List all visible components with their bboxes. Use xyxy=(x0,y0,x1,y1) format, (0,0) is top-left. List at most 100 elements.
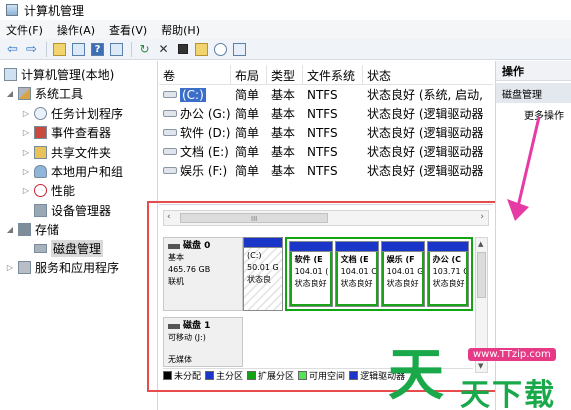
computer-icon xyxy=(4,68,17,81)
tree-item-label: 磁盘管理 xyxy=(51,240,104,257)
show-tree-icon[interactable] xyxy=(70,41,87,58)
tree-item-device-manager[interactable]: 设备管理器 xyxy=(34,201,111,220)
menu-file[interactable]: 文件(F) xyxy=(6,22,43,38)
column-filesystem[interactable]: 文件系统 xyxy=(303,65,363,85)
volume-layout: 简单 xyxy=(235,164,260,178)
volume-row[interactable]: 软件 (D:) 简单 基本 NTFS 状态良好 (逻辑驱动器 xyxy=(159,123,493,142)
horizontal-scrollbar[interactable]: ‹ III › xyxy=(163,210,489,226)
partition-name: 办公 (C xyxy=(432,255,461,264)
tree-item-disk-management[interactable]: 磁盘管理 xyxy=(34,239,104,258)
volume-name: 娱乐 (F:) xyxy=(180,164,228,178)
drive-icon xyxy=(163,148,177,155)
tree-item-shared-folders[interactable]: ▷ 共享文件夹 xyxy=(22,143,111,162)
legend-label-primary: 主分区 xyxy=(216,372,244,382)
vertical-scroll-thumb[interactable] xyxy=(477,252,486,298)
menu-bar: 文件(F) 操作(A) 查看(V) 帮助(H) xyxy=(0,20,571,39)
tree-root[interactable]: 计算机管理(本地) xyxy=(4,65,114,84)
volume-row[interactable]: 文档 (E:) 简单 基本 NTFS 状态良好 (逻辑驱动器 xyxy=(159,142,493,161)
legend-label-unallocated: 未分配 xyxy=(174,372,202,382)
tree-item-label: 存储 xyxy=(35,223,60,237)
partition-size: 50.01 G xyxy=(247,263,279,272)
tree-item-storage[interactable]: ◢ 存储 xyxy=(6,220,59,239)
tree-item-services-apps[interactable]: ▷ 服务和应用程序 xyxy=(6,258,119,277)
logical-drive-bar xyxy=(335,242,378,252)
volume-row[interactable]: (C:) 简单 基本 NTFS 状态良好 (系统, 启动, xyxy=(159,85,493,104)
extended-partition[interactable]: 软件 (E 104.01 ( 状态良好 文档 (E 104.01 C 状态良好 … xyxy=(284,237,473,311)
logical-drive-bar xyxy=(381,242,424,252)
volume-name-cell: 娱乐 (F:) xyxy=(159,161,231,180)
partition-c[interactable]: (C:) 50.01 G 状态良 xyxy=(243,237,283,311)
partition-software[interactable]: 软件 (E 104.01 ( 状态良好 xyxy=(288,241,333,307)
folder-open-icon[interactable] xyxy=(193,41,210,58)
drive-icon xyxy=(163,129,177,136)
actions-section-disk-management[interactable]: 磁盘管理 xyxy=(496,83,571,103)
help-icon[interactable]: ? xyxy=(89,41,106,58)
tree-item-performance[interactable]: ▷ 性能 xyxy=(22,181,75,200)
collapsed-icon[interactable]: ▷ xyxy=(22,186,30,195)
scroll-thumb[interactable]: III xyxy=(180,213,328,223)
disk-1-name-row: 磁盘 1 xyxy=(168,320,238,332)
scroll-right-icon[interactable]: › xyxy=(480,212,484,222)
legend-swatch-primary xyxy=(205,371,215,380)
collapsed-icon[interactable]: ▷ xyxy=(22,128,30,137)
column-layout[interactable]: 布局 xyxy=(231,65,267,85)
volume-filesystem: NTFS xyxy=(307,106,338,121)
volume-filesystem: NTFS xyxy=(307,144,338,159)
tree-item-local-users[interactable]: ▷ 本地用户和组 xyxy=(22,162,123,181)
pointer-arrow-icon xyxy=(507,116,541,221)
disk-1-info[interactable]: 磁盘 1 可移动 (J:) 无媒体 xyxy=(163,317,243,367)
volume-filesystem: NTFS xyxy=(307,125,338,140)
scroll-left-icon[interactable]: ‹ xyxy=(167,212,171,222)
volume-row[interactable]: 娱乐 (F:) 简单 基本 NTFS 状态良好 (逻辑驱动器 xyxy=(159,161,493,180)
menu-view[interactable]: 查看(V) xyxy=(109,22,147,38)
disk-0-info[interactable]: 磁盘 0 基本 465.76 GB 联机 xyxy=(163,237,243,311)
check-icon[interactable] xyxy=(231,41,248,58)
partition-entertainment[interactable]: 娱乐 (F 104.01 G 状态良好 xyxy=(380,241,425,307)
column-volume[interactable]: 卷 xyxy=(159,65,231,85)
refresh-icon[interactable]: ↻ xyxy=(136,41,153,58)
properties-icon[interactable] xyxy=(108,41,125,58)
volume-name: (C:) xyxy=(180,87,206,102)
collapsed-icon[interactable]: ▷ xyxy=(6,263,14,272)
column-status[interactable]: 状态 xyxy=(363,65,493,85)
hard-disk-icon xyxy=(168,243,180,249)
event-viewer-icon xyxy=(34,126,47,139)
partition-documents[interactable]: 文档 (E 104.01 C 状态良好 xyxy=(334,241,379,307)
volume-list: 卷 布局 类型 文件系统 状态 (C:) 简单 基本 NTFS 状态良好 (系统… xyxy=(159,61,493,203)
tree-item-event-viewer[interactable]: ▷ 事件查看器 xyxy=(22,123,111,142)
menu-help[interactable]: 帮助(H) xyxy=(161,22,200,38)
tree-item-label: 系统工具 xyxy=(35,87,84,101)
volume-status: 状态良好 (逻辑驱动器 xyxy=(367,145,484,159)
partition-name: 文档 (E xyxy=(340,255,369,264)
forward-arrow-icon[interactable]: ⇨ xyxy=(23,41,40,58)
volume-row[interactable]: 办公 (G:) 简单 基本 NTFS 状态良好 (逻辑驱动器 xyxy=(159,104,493,123)
disk-0-partitions: (C:) 50.01 G 状态良 软件 (E 104.01 ( 状态良好 文档 … xyxy=(243,237,473,311)
tree-item-task-scheduler[interactable]: ▷ 任务计划程序 xyxy=(22,104,123,123)
collapsed-icon[interactable]: ▷ xyxy=(22,109,30,118)
collapsed-icon[interactable]: ▷ xyxy=(22,167,30,176)
tree-item-system-tools[interactable]: ◢ 系统工具 xyxy=(6,84,83,103)
delete-icon[interactable]: ✕ xyxy=(155,41,172,58)
expanded-icon[interactable]: ◢ xyxy=(6,89,14,98)
tree-root-label: 计算机管理(本地) xyxy=(21,68,115,82)
partition-body: (C:) 50.01 G 状态良 xyxy=(244,248,282,310)
partition-size: 104.01 ( xyxy=(294,267,329,276)
expanded-icon[interactable]: ◢ xyxy=(6,225,14,234)
menu-action[interactable]: 操作(A) xyxy=(57,22,95,38)
volume-filesystem: NTFS xyxy=(307,87,338,102)
search-icon[interactable] xyxy=(212,41,229,58)
volume-filesystem: NTFS xyxy=(307,163,338,178)
up-folder-icon[interactable] xyxy=(51,41,68,58)
volume-layout: 简单 xyxy=(235,145,260,159)
disk-1-media: 无媒体 xyxy=(168,355,192,364)
legend-swatch-unallocated xyxy=(163,371,172,380)
back-arrow-icon[interactable]: ⇦ xyxy=(4,41,21,58)
scroll-up-icon[interactable]: ▲ xyxy=(478,240,483,248)
collapsed-icon[interactable]: ▷ xyxy=(22,148,30,157)
partition-office[interactable]: 办公 (C 103.71 C 状态良好 xyxy=(426,241,469,307)
volume-name-cell: (C:) xyxy=(159,85,231,104)
partition-status: 状态良 xyxy=(247,275,271,284)
edit-icon[interactable] xyxy=(174,41,191,58)
volume-status: 状态良好 (逻辑驱动器 xyxy=(367,164,484,178)
column-type[interactable]: 类型 xyxy=(267,65,303,85)
